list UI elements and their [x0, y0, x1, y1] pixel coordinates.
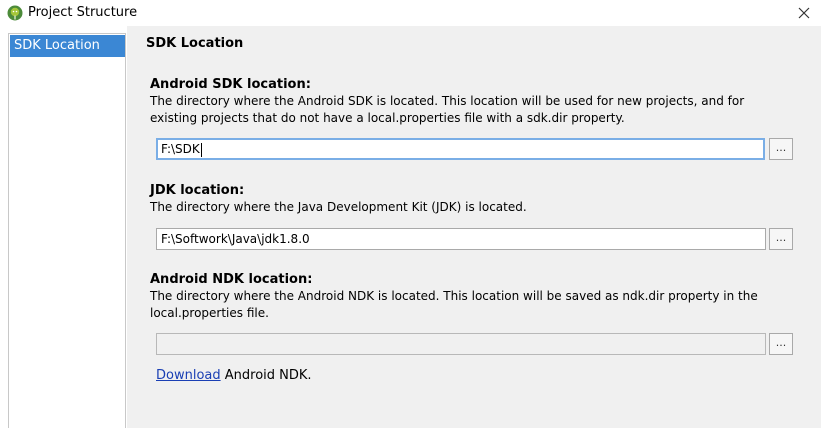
download-ndk-row: Download Android NDK. — [156, 367, 312, 384]
android-sdk-heading: Android SDK location: — [150, 77, 311, 92]
sidebar-item-sdk-location[interactable]: SDK Location — [10, 35, 125, 57]
window-title: Project Structure — [28, 5, 138, 20]
jdk-heading: JDK location: — [150, 183, 245, 198]
sidebar-item-label: SDK Location — [14, 38, 100, 53]
title-bar: Project Structure — [0, 0, 821, 26]
download-ndk-link[interactable]: Download — [156, 368, 221, 383]
jdk-path-input[interactable]: F:\Softwork\Java\jdk1.8.0 — [156, 228, 766, 250]
jdk-group: JDK location: The directory where the Ja… — [150, 182, 790, 216]
android-sdk-group: Android SDK location: The directory wher… — [150, 76, 790, 127]
android-ndk-group: Android NDK location: The directory wher… — [150, 271, 790, 322]
android-ndk-browse-button[interactable]: ... — [769, 333, 793, 355]
download-ndk-suffix: Android NDK. — [224, 368, 312, 383]
close-button[interactable] — [787, 0, 821, 26]
text-caret — [200, 142, 202, 157]
android-sdk-path-input[interactable]: F:\SDK — [156, 138, 765, 160]
close-icon — [798, 4, 810, 23]
android-sdk-path-value: F:\SDK — [161, 142, 200, 156]
section-title: SDK Location — [146, 36, 244, 51]
android-ndk-description: The directory where the Android NDK is l… — [150, 289, 758, 320]
android-sdk-browse-button[interactable]: ... — [769, 138, 793, 160]
android-ndk-heading: Android NDK location: — [150, 272, 313, 287]
android-sdk-description: The directory where the Android SDK is l… — [150, 94, 745, 125]
jdk-description: The directory where the Java Development… — [150, 200, 527, 214]
android-studio-icon — [7, 5, 23, 21]
main-panel: SDK Location Android SDK location: The d… — [127, 26, 821, 428]
jdk-browse-button[interactable]: ... — [769, 228, 793, 250]
jdk-path-value: F:\Softwork\Java\jdk1.8.0 — [161, 232, 310, 246]
android-ndk-path-input[interactable] — [156, 333, 766, 355]
sidebar: SDK Location — [8, 33, 126, 428]
